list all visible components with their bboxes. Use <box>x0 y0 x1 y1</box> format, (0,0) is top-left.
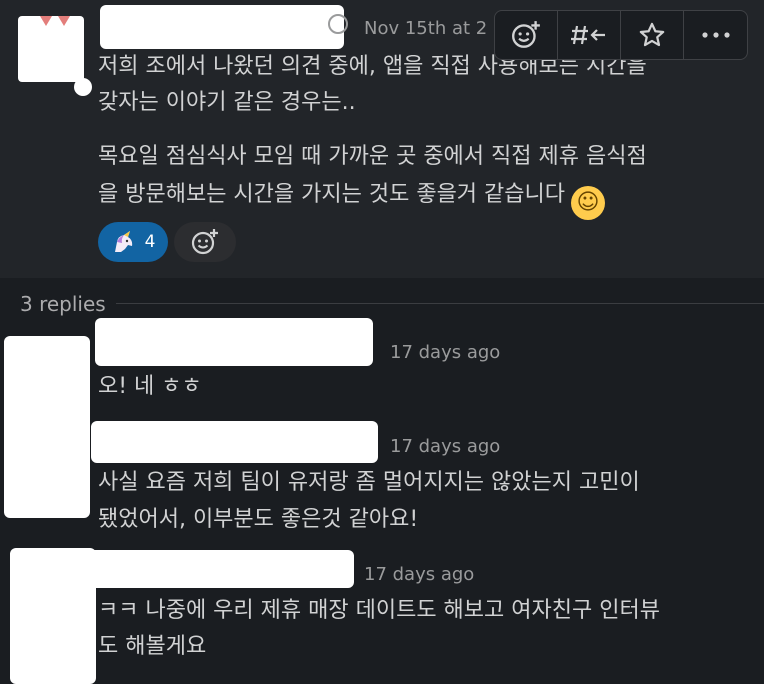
message-text-line: 을 방문해보는 시간을 가지는 것도 좋을거 같습니다 ☺ <box>98 178 606 220</box>
message-text-span: 을 방문해보는 시간을 가지는 것도 좋을거 같습니다 <box>98 182 566 207</box>
message-text-line: 목요일 점심식사 모임 때 가까운 곳 중에서 직접 제휴 음식점 <box>98 144 647 169</box>
add-reaction-button[interactable] <box>174 222 236 262</box>
save-message-button[interactable] <box>621 11 684 59</box>
replies-divider <box>100 303 764 304</box>
add-reaction-icon <box>512 21 540 48</box>
add-reaction-toolbar-button[interactable] <box>495 11 558 59</box>
reply-text-line: 도 해볼게요 <box>98 634 207 659</box>
message-actions-toolbar <box>494 10 748 60</box>
add-reaction-icon <box>191 229 218 255</box>
reply-text-line: 사실 요즘 저희 팀이 유저랑 좀 멀어지지는 않았는지 고민이 <box>98 470 640 495</box>
author-name-redacted[interactable] <box>91 421 378 463</box>
avatar[interactable] <box>4 336 90 518</box>
status-ring-icon <box>328 14 348 34</box>
author-name-redacted[interactable] <box>100 5 344 49</box>
reply-text-line: 됐었어서, 이부분도 좋은것 같아요! <box>98 507 419 532</box>
reaction-unicorn[interactable]: 4 <box>98 222 168 262</box>
presence-status-icon <box>74 78 92 96</box>
reply-in-channel-icon <box>571 25 605 45</box>
reaction-count: 4 <box>144 232 156 252</box>
author-name-redacted[interactable] <box>95 318 373 366</box>
parent-message[interactable]: Nov 15th at 2 저희 조에서 나왔던 의견 중에, 앱을 직접 사용… <box>0 0 764 278</box>
replies-count-label: 3 replies <box>20 292 116 316</box>
reply-timestamp[interactable]: 17 days ago <box>390 342 500 363</box>
more-actions-button[interactable] <box>684 11 747 59</box>
unicorn-emoji-icon <box>114 231 132 252</box>
reply-text-line: 오! 네 ㅎㅎ <box>98 374 202 399</box>
reply-text-line: ㅋㅋ 나중에 우리 제휴 매장 데이트도 해보고 여자친구 인터뷰 <box>98 598 660 623</box>
smile-emoji-icon: ☺ <box>571 186 606 220</box>
more-actions-icon <box>701 32 730 38</box>
thread-view: Nov 15th at 2 저희 조에서 나왔던 의견 중에, 앱을 직접 사용… <box>0 0 764 684</box>
message-timestamp[interactable]: Nov 15th at 2 <box>364 18 504 39</box>
star-icon <box>639 22 665 47</box>
author-name-redacted[interactable] <box>60 550 354 588</box>
reply-in-channel-button[interactable] <box>558 11 621 59</box>
reply-timestamp[interactable]: 17 days ago <box>364 564 474 585</box>
avatar[interactable] <box>18 16 84 82</box>
reply-timestamp[interactable]: 17 days ago <box>390 436 500 457</box>
message-text-line: 갖자는 이야기 같은 경우는.. <box>98 90 356 115</box>
